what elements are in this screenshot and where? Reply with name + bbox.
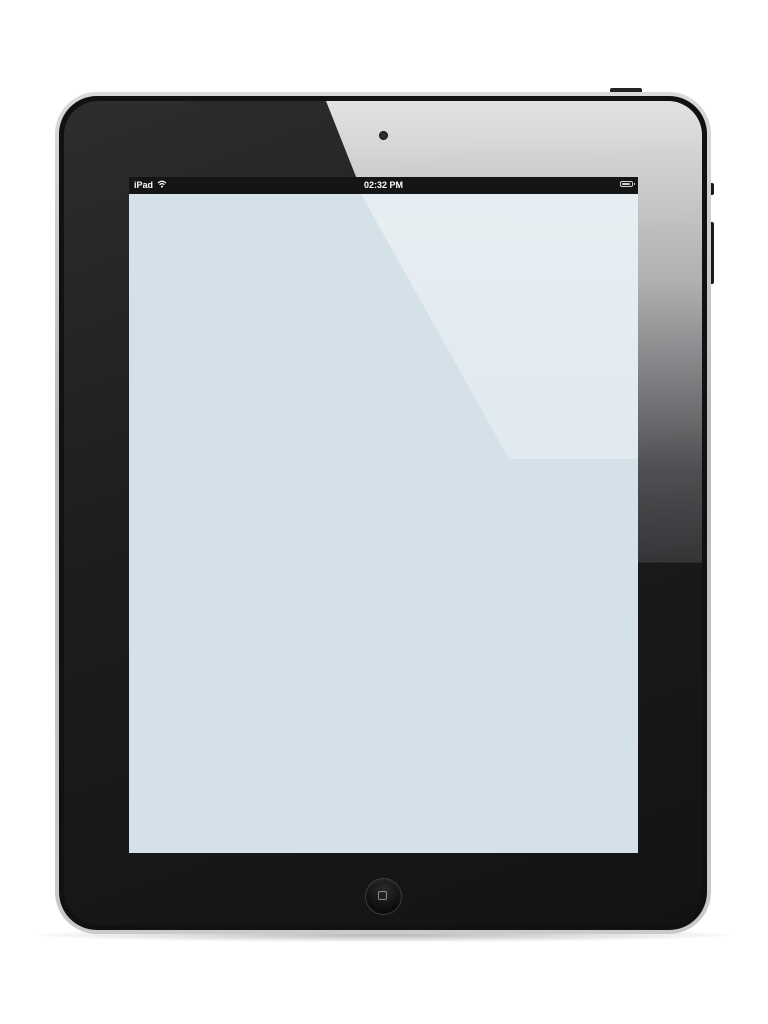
home-button-icon <box>378 891 387 900</box>
status-bar: iPad 02:32 PM <box>129 177 638 194</box>
home-button[interactable] <box>366 879 401 914</box>
status-time: 02:32 PM <box>363 180 404 190</box>
camera-icon <box>379 131 388 140</box>
battery-fill <box>622 183 631 185</box>
ipad-mockup: iPad 02:32 PM <box>0 0 768 1024</box>
screen-gloss <box>361 194 638 459</box>
battery-icon <box>620 181 635 187</box>
screen[interactable] <box>129 194 638 853</box>
